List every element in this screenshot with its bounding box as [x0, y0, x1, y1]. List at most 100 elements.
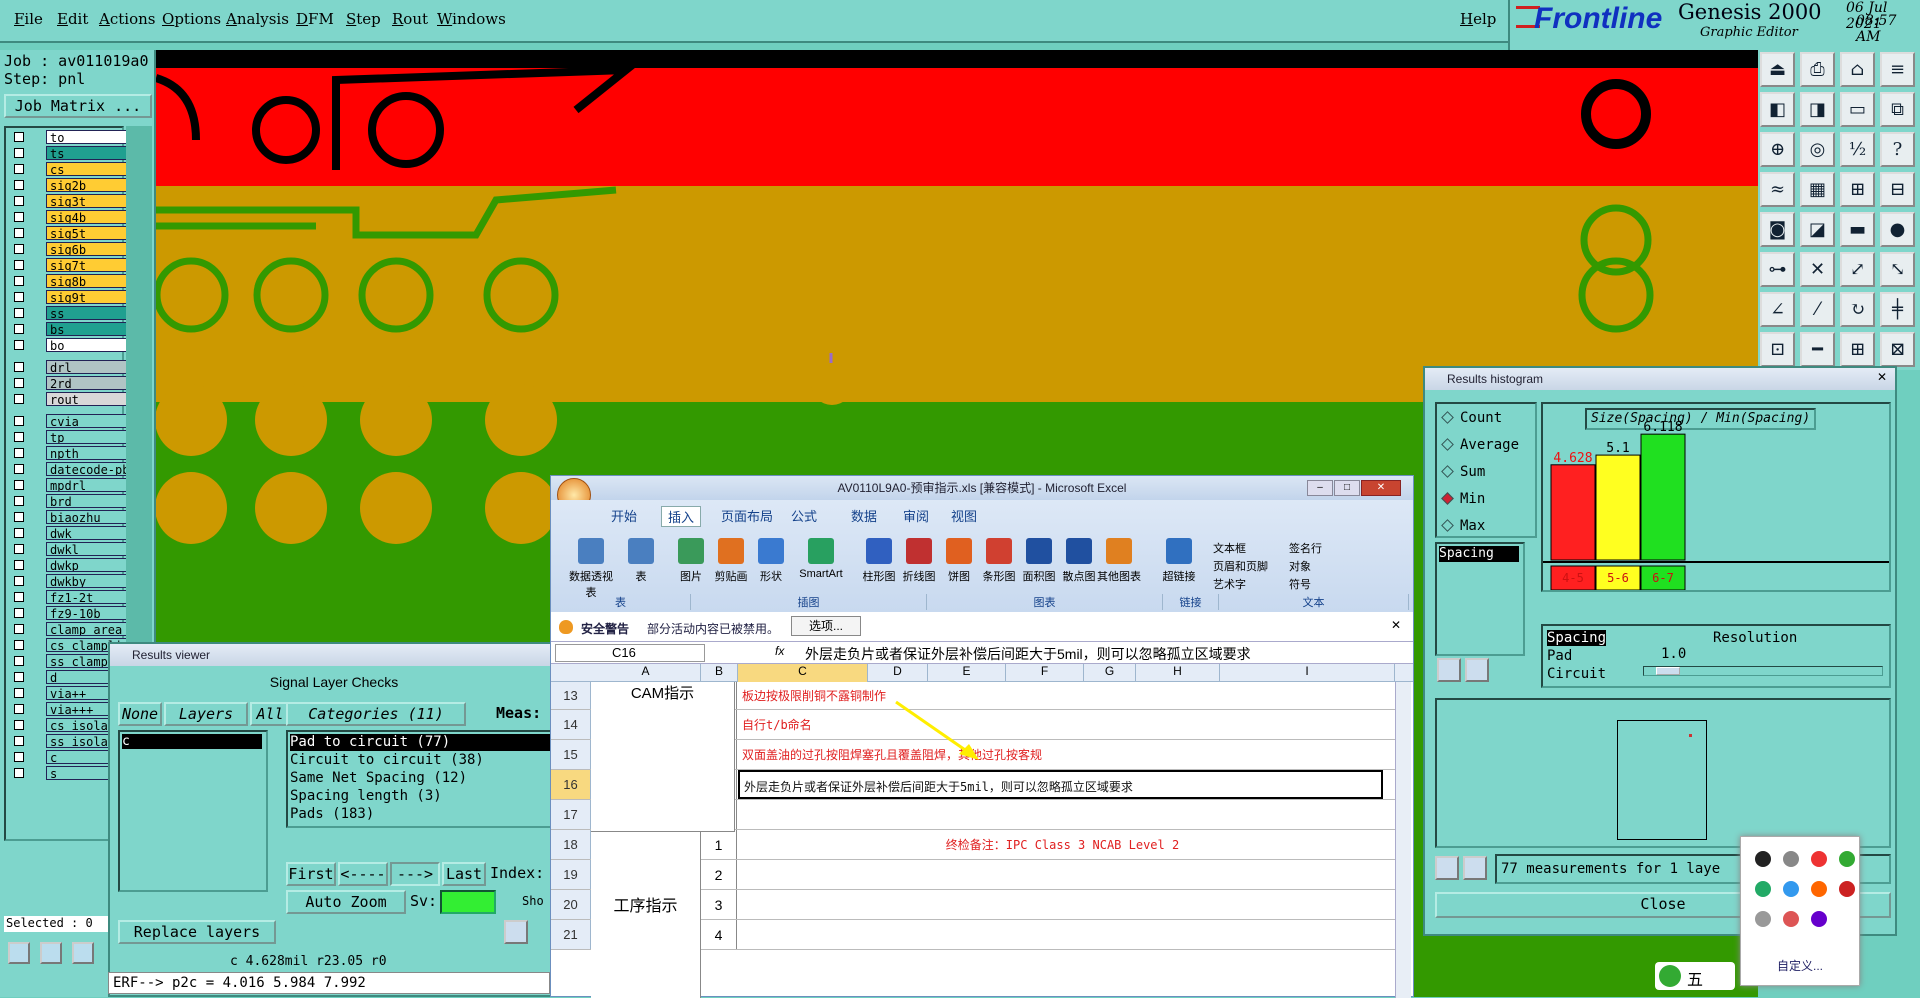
layer-checkbox[interactable]: [14, 448, 24, 458]
measure-ref-icon[interactable]: [1463, 856, 1487, 880]
layer-row[interactable]: datecode-pbe: [14, 462, 137, 476]
layer-row[interactable]: sig8b: [14, 274, 137, 288]
spacing-item[interactable]: Spacing: [1439, 546, 1519, 562]
layer-checkbox[interactable]: [14, 608, 24, 618]
job-matrix-button[interactable]: Job Matrix ...: [4, 94, 152, 118]
row-header[interactable]: 18: [551, 830, 591, 859]
radio-icon[interactable]: [1441, 465, 1454, 478]
tool-button-icon[interactable]: ━: [1800, 332, 1835, 367]
text-group-item[interactable]: 艺术字: [1213, 576, 1246, 592]
layer-row[interactable]: ss: [14, 306, 137, 320]
prev-button[interactable]: <----: [338, 862, 388, 886]
tool-button-icon[interactable]: ✕: [1800, 252, 1835, 287]
category-item[interactable]: Spacing length (3): [290, 788, 552, 805]
layer-row[interactable]: to: [14, 130, 137, 144]
cell-c[interactable]: 终检备注：IPC Class 3 NCAB Level 2: [738, 830, 1383, 859]
menu-dfm[interactable]: DFM: [296, 10, 334, 28]
column-header[interactable]: A: [591, 664, 701, 682]
layer-row[interactable]: cs: [14, 162, 137, 176]
tray-app-icon[interactable]: [1811, 881, 1827, 897]
tool-button-icon[interactable]: ≈: [1760, 172, 1795, 207]
histogram-option[interactable]: Count: [1441, 410, 1502, 430]
tool-button-icon[interactable]: ½: [1840, 132, 1875, 167]
layer-checkbox[interactable]: [14, 768, 24, 778]
text-group-item[interactable]: 文本框: [1213, 540, 1246, 556]
histogram-option[interactable]: Sum: [1441, 464, 1485, 484]
ribbon-button[interactable]: SmartArt: [799, 538, 843, 580]
column-header[interactable]: F: [1006, 664, 1084, 682]
menu-windows[interactable]: Windows: [437, 10, 506, 28]
draw-icon[interactable]: [8, 942, 30, 964]
tool-button-icon[interactable]: ▬: [1840, 212, 1875, 247]
results-viewer-titlebar[interactable]: Results viewer: [110, 644, 556, 666]
layer-row[interactable]: sig9t: [14, 290, 137, 304]
ribbon-tab[interactable]: 公式: [791, 506, 817, 525]
layer-checkbox[interactable]: [14, 292, 24, 302]
tool-button-icon[interactable]: ⌂: [1840, 52, 1875, 87]
formula-input[interactable]: 外层走负片或者保证外层补偿后间距大于5mil，则可以忽略孤立区域要求: [805, 644, 1251, 664]
tool-button-icon[interactable]: ↻: [1840, 292, 1875, 327]
cell-c[interactable]: [738, 890, 1383, 919]
layer-row[interactable]: sig4b: [14, 210, 137, 224]
layer-checkbox[interactable]: [14, 362, 24, 372]
histogram-titlebar[interactable]: Results histogram: [1425, 368, 1895, 390]
none-button[interactable]: None: [118, 702, 162, 726]
layer-checkbox[interactable]: [14, 496, 24, 506]
cell-b[interactable]: 3: [701, 890, 737, 919]
last-button[interactable]: Last: [442, 862, 486, 886]
measure-icon[interactable]: [40, 942, 62, 964]
next-button[interactable]: --->: [390, 862, 440, 886]
histogram-option[interactable]: Max: [1441, 518, 1485, 538]
radio-icon[interactable]: [1441, 492, 1454, 505]
ribbon-tab[interactable]: 插入: [661, 506, 702, 527]
layer-row[interactable]: sig6b: [14, 242, 137, 256]
del-icon[interactable]: [504, 920, 528, 944]
minimize-icon[interactable]: –: [1307, 480, 1333, 496]
layer-row[interactable]: dwkl: [14, 542, 137, 556]
tool-button-icon[interactable]: ●: [1880, 212, 1915, 247]
layer-row[interactable]: sig5t: [14, 226, 137, 240]
tool-button-icon[interactable]: ⊠: [1880, 332, 1915, 367]
measure-del-icon[interactable]: [1435, 856, 1459, 880]
options-button[interactable]: 选项...: [791, 616, 861, 636]
layer-checkbox[interactable]: [14, 736, 24, 746]
tool-button-icon[interactable]: ◪: [1800, 212, 1835, 247]
layer-checkbox[interactable]: [14, 324, 24, 334]
maximize-icon[interactable]: □: [1334, 480, 1360, 496]
layer-row[interactable]: dwkby: [14, 574, 137, 588]
histogram-option[interactable]: Min: [1441, 491, 1485, 511]
grid-icon[interactable]: [72, 942, 94, 964]
category-item[interactable]: Pad to circuit (77): [290, 734, 552, 751]
tool-button-icon[interactable]: ╪: [1880, 292, 1915, 327]
ribbon-button[interactable]: 图片: [669, 538, 713, 584]
tool-button-icon[interactable]: ?: [1880, 132, 1915, 167]
resolution-list-item[interactable]: Pad: [1547, 648, 1572, 664]
tool-button-icon[interactable]: ⊞: [1840, 332, 1875, 367]
ribbon-button[interactable]: 其他图表: [1097, 538, 1141, 584]
tool-button-icon[interactable]: ◨: [1800, 92, 1835, 127]
tray-customize[interactable]: 自定义...: [1741, 957, 1859, 974]
column-header[interactable]: H: [1136, 664, 1220, 682]
row-header[interactable]: 21: [551, 920, 591, 949]
ribbon-button[interactable]: 柱形图: [857, 538, 901, 584]
row-header[interactable]: 19: [551, 860, 591, 889]
ime-indicator[interactable]: 五: [1655, 962, 1735, 990]
tool-button-icon[interactable]: ⁄: [1800, 292, 1835, 327]
layer-row[interactable]: dwkp: [14, 558, 137, 572]
layer-checkbox[interactable]: [14, 416, 24, 426]
layer-checkbox[interactable]: [14, 528, 24, 538]
tray-app-icon[interactable]: [1755, 881, 1771, 897]
ribbon-button[interactable]: 散点图: [1057, 538, 1101, 584]
histogram-ref-icon[interactable]: [1465, 658, 1489, 682]
layer-list-scrollbar[interactable]: [126, 126, 152, 726]
layer-checkbox[interactable]: [14, 640, 24, 650]
histogram-option[interactable]: Average: [1441, 437, 1519, 457]
row-header[interactable]: 17: [551, 800, 591, 829]
layer-checkbox[interactable]: [14, 512, 24, 522]
layer-checkbox[interactable]: [14, 378, 24, 388]
column-header[interactable]: C: [738, 664, 868, 682]
layer-checkbox[interactable]: [14, 560, 24, 570]
cell-b[interactable]: 2: [701, 860, 737, 889]
tool-button-icon[interactable]: ◎: [1800, 132, 1835, 167]
first-button[interactable]: First: [286, 862, 336, 886]
